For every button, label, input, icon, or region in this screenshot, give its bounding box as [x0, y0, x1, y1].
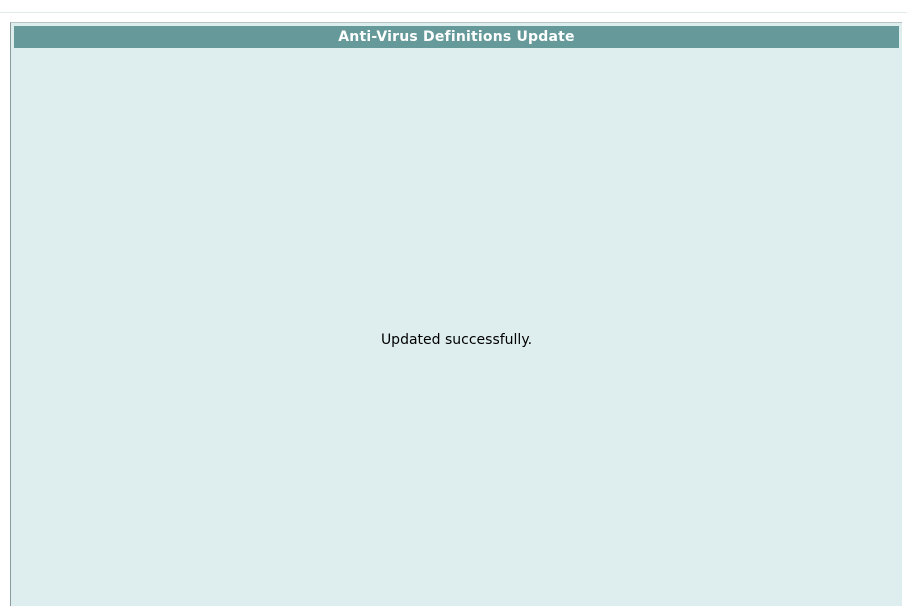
panel-content: Updated successfully.: [11, 48, 902, 606]
status-message: Updated successfully.: [380, 332, 533, 348]
top-separator: [0, 12, 907, 13]
panel-title: Anti-Virus Definitions Update: [14, 26, 899, 48]
update-panel: Anti-Virus Definitions Update Updated su…: [10, 22, 902, 606]
